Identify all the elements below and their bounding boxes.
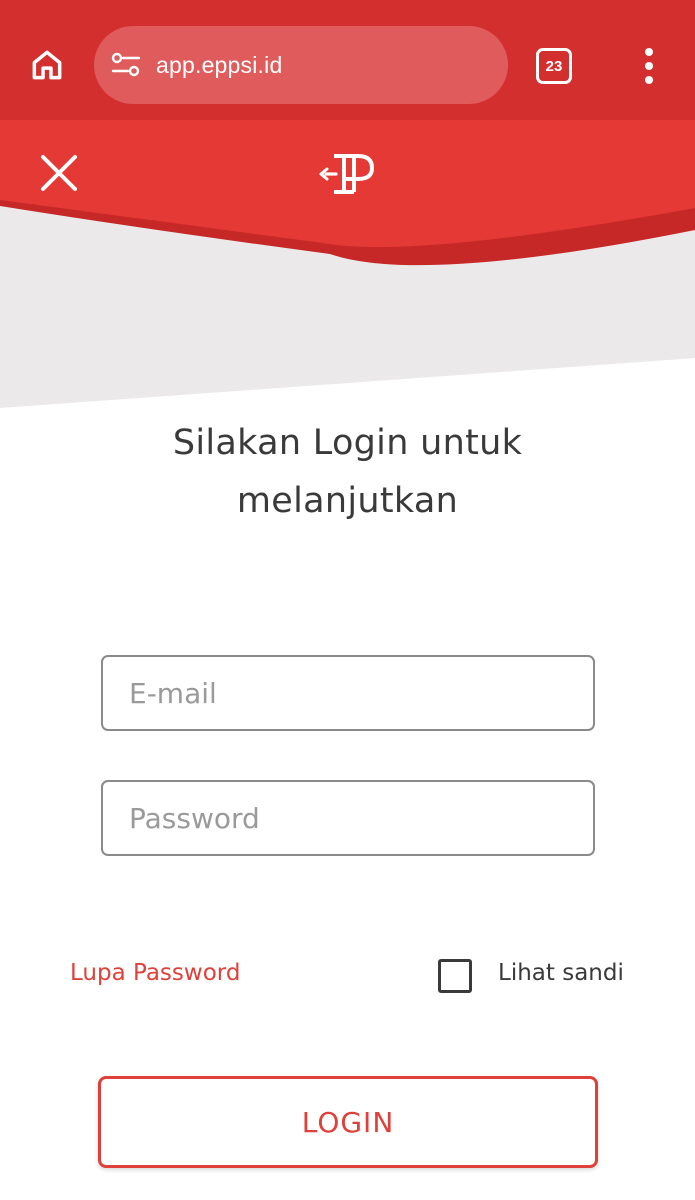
address-bar[interactable]: app.eppsi.id [94,26,508,104]
tab-switcher-button[interactable]: 23 [536,48,572,84]
eppsi-logo [319,154,374,194]
site-settings-button[interactable] [108,47,144,83]
login-button-label: LOGIN [301,1105,395,1139]
home-button[interactable] [22,40,72,90]
tab-count: 23 [545,57,563,75]
menu-dot [645,62,653,70]
menu-dot [645,76,653,84]
url-text[interactable]: app.eppsi.id [156,52,282,79]
login-button[interactable]: LOGIN [98,1076,598,1168]
page-title: Silakan Login untuk melanjutkan [0,414,695,530]
title-line-2: melanjutkan [236,481,459,521]
more-vertical-icon [645,48,653,56]
password-field[interactable] [101,780,595,856]
tune-icon [111,52,141,77]
status-bar [0,0,695,6]
email-field[interactable] [101,655,595,731]
home-icon [32,50,62,80]
show-password-label: Lihat sandi [498,960,624,986]
close-button[interactable] [36,150,82,196]
title-line-1: Silakan Login untuk [172,423,523,463]
close-icon [41,155,77,191]
forgot-password-link[interactable]: Lupa Password [70,960,240,986]
show-password-checkbox[interactable] [438,959,472,993]
browser-menu-button[interactable] [634,44,664,88]
